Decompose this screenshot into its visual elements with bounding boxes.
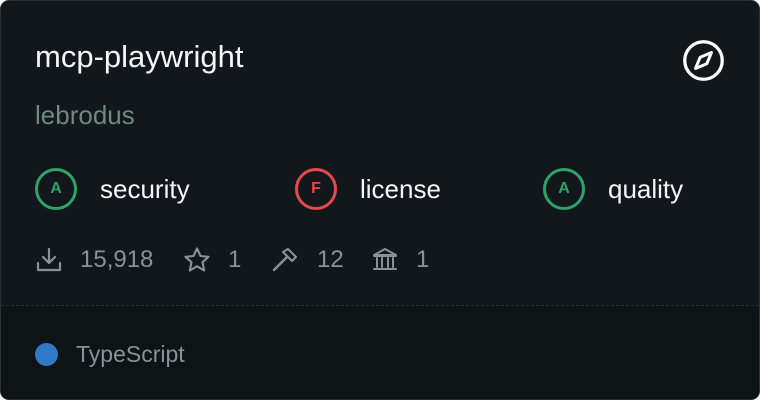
tools-stat: 12 xyxy=(270,243,344,277)
security-grade: A security xyxy=(35,166,190,212)
hammer-icon xyxy=(272,247,298,272)
quality-grade: A quality xyxy=(543,166,683,212)
star-icon xyxy=(184,247,210,272)
stars-count: 1 xyxy=(228,246,242,273)
license-grade: F license xyxy=(295,166,441,212)
author-name[interactable]: lebrodus xyxy=(35,99,135,131)
license-grade-label: license xyxy=(360,173,441,204)
institutions-count: 1 xyxy=(416,246,430,273)
security-grade-label: security xyxy=(100,173,190,204)
stars-stat: 1 xyxy=(183,243,241,277)
downloads-count: 15,918 xyxy=(80,246,154,273)
bank-icon xyxy=(373,248,397,270)
institutions-stat: 1 xyxy=(371,243,429,277)
package-name[interactable]: mcp-playwright xyxy=(35,39,243,75)
compass-icon[interactable] xyxy=(681,38,726,83)
security-grade-letter: A xyxy=(50,180,62,197)
license-grade-letter: F xyxy=(311,180,321,197)
quality-grade-letter: A xyxy=(558,180,570,197)
downloads-stat: 15,918 xyxy=(35,243,153,277)
language-name: TypeScript xyxy=(76,341,185,367)
license-grade-badge: F xyxy=(295,168,337,210)
security-grade-badge: A xyxy=(35,168,77,210)
quality-grade-badge: A xyxy=(543,168,585,210)
tools-count: 12 xyxy=(317,246,344,273)
package-card[interactable]: mcp-playwright lebrodus A security F lic… xyxy=(0,0,760,400)
quality-grade-label: quality xyxy=(608,173,684,204)
language-color-dot xyxy=(35,343,58,366)
download-icon xyxy=(36,247,62,272)
